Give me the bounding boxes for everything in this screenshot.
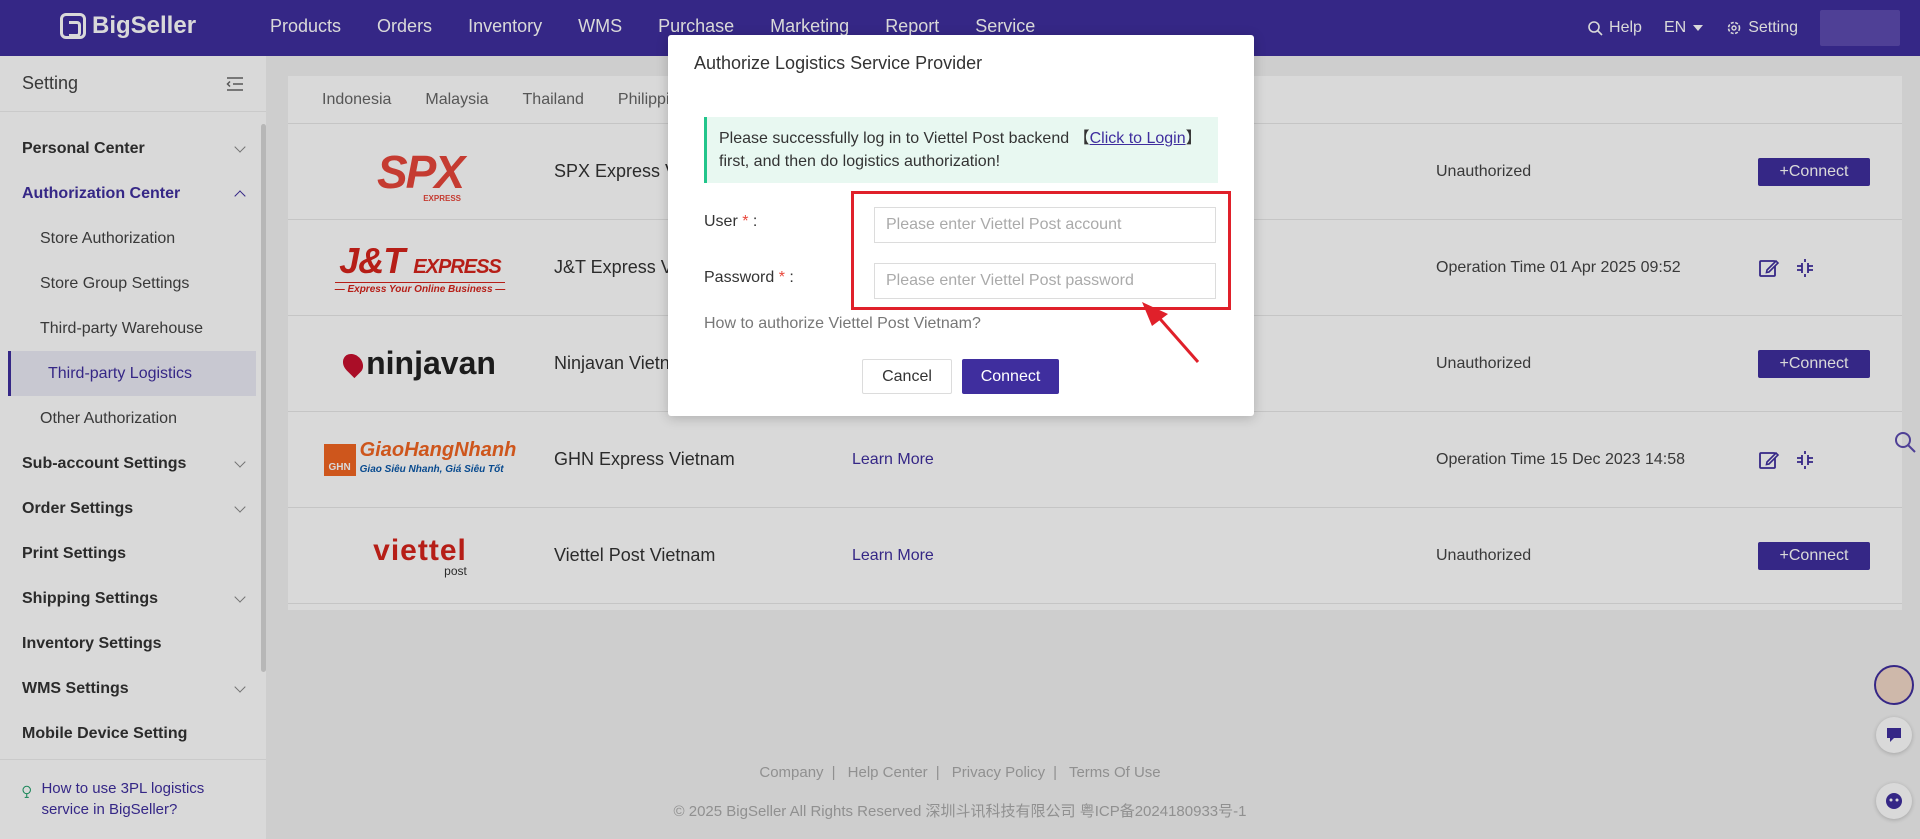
connect-submit-button[interactable]: Connect bbox=[962, 359, 1059, 394]
login-notice: Please successfully log in to Viettel Po… bbox=[704, 117, 1218, 183]
cancel-button[interactable]: Cancel bbox=[862, 359, 952, 394]
password-label-text: Password bbox=[704, 269, 775, 286]
user-label-text: User bbox=[704, 213, 738, 230]
notice-text-pre: Please successfully log in to Viettel Po… bbox=[719, 130, 1090, 147]
how-to-authorize-link[interactable]: How to authorize Viettel Post Vietnam? bbox=[704, 315, 981, 333]
annotation-arrow-icon bbox=[1142, 302, 1200, 363]
modal-title: Authorize Logistics Service Provider bbox=[694, 53, 983, 73]
password-label: Password * : bbox=[704, 269, 794, 286]
user-label: User * : bbox=[704, 213, 758, 230]
click-to-login-link[interactable]: Click to Login bbox=[1090, 130, 1186, 147]
annotation-highlight-box bbox=[851, 191, 1231, 310]
